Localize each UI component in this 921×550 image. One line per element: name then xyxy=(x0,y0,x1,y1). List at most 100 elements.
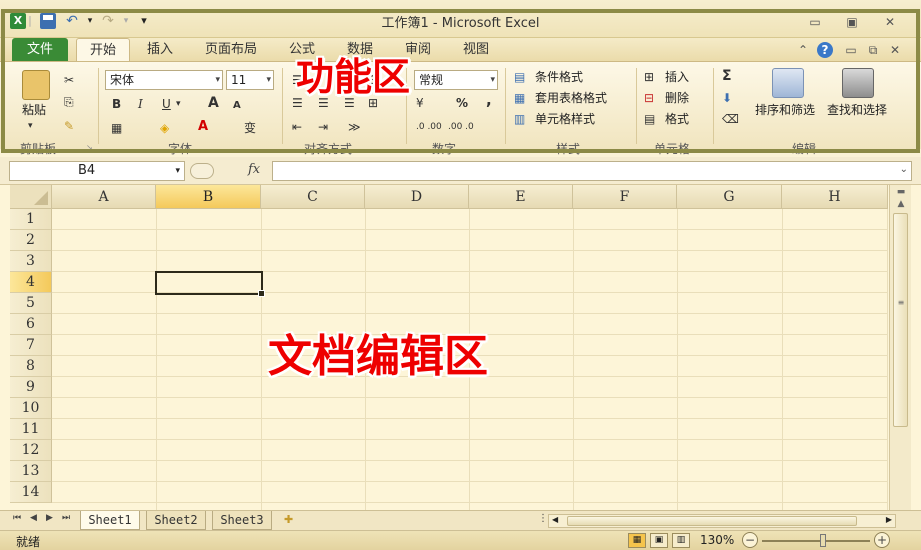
row-header-3[interactable]: 3 xyxy=(10,251,52,272)
column-header-f[interactable]: F xyxy=(573,185,677,209)
split-box-icon[interactable]: ▬ xyxy=(890,187,912,197)
column-header-e[interactable]: E xyxy=(469,185,573,209)
select-all-button[interactable] xyxy=(10,185,52,209)
minimize-icon[interactable]: ▭ xyxy=(806,14,824,30)
bold-button[interactable]: B xyxy=(112,96,121,112)
orientation-icon[interactable]: ≫ xyxy=(348,119,361,135)
grow-font-button[interactable]: A xyxy=(208,95,219,111)
doc-close-icon[interactable]: ✕ xyxy=(888,42,902,58)
scroll-right-icon[interactable]: ▶ xyxy=(886,515,892,524)
page-layout-view-icon[interactable]: ▣ xyxy=(650,533,668,548)
insert-function-button[interactable]: fx xyxy=(248,162,260,177)
tab-page-layout[interactable]: 页面布局 xyxy=(198,38,264,62)
row-header-2[interactable]: 2 xyxy=(10,230,52,251)
currency-icon[interactable]: ¥ xyxy=(416,95,424,111)
active-cell-b4[interactable] xyxy=(155,271,265,297)
insert-sheet-icon[interactable]: ✚ xyxy=(284,513,293,526)
tab-file[interactable]: 文件 xyxy=(12,38,68,62)
phonetic-button[interactable]: 变 xyxy=(244,120,256,136)
maximize-icon[interactable]: ▣ xyxy=(843,14,861,30)
formula-input[interactable]: ⌄ xyxy=(272,161,912,181)
sheet-tab-2[interactable]: Sheet2 xyxy=(146,511,206,530)
fill-color-icon[interactable]: ◈ xyxy=(160,120,169,136)
insert-cells-button[interactable]: 插入 xyxy=(665,69,689,85)
name-box[interactable]: B4 ▾ xyxy=(9,161,185,181)
decrease-indent-icon[interactable]: ⇤ xyxy=(292,119,302,135)
row-header-11[interactable]: 11 xyxy=(10,419,52,440)
sort-filter-button[interactable]: 排序和筛选 xyxy=(755,102,815,118)
row-header-14[interactable]: 14 xyxy=(10,482,52,503)
scroll-left-icon[interactable]: ◀ xyxy=(552,515,558,524)
clipboard-launcher-icon[interactable]: ↘ xyxy=(86,140,93,156)
table-format-button[interactable]: 套用表格格式 xyxy=(535,90,607,106)
find-select-button[interactable]: 查找和选择 xyxy=(827,102,887,118)
zoom-in-button[interactable]: + xyxy=(874,532,890,548)
format-cells-button[interactable]: 格式 xyxy=(665,111,689,127)
paste-icon[interactable] xyxy=(22,70,50,100)
next-sheet-icon[interactable]: ▶ xyxy=(46,513,53,523)
scroll-up-icon[interactable]: ▲ xyxy=(890,199,912,209)
prev-sheet-icon[interactable]: ◀ xyxy=(30,513,37,523)
zoom-slider-thumb[interactable] xyxy=(820,534,826,547)
conditional-format-button[interactable]: 条件格式 xyxy=(535,69,583,85)
underline-dropdown-icon[interactable]: ▾ xyxy=(176,96,181,112)
decrease-decimal-button[interactable]: .00 .0 xyxy=(448,119,474,135)
percent-button[interactable]: % xyxy=(456,95,468,111)
row-header-12[interactable]: 12 xyxy=(10,440,52,461)
tab-split-handle-icon[interactable]: ⋮ xyxy=(538,513,548,524)
row-header-9[interactable]: 9 xyxy=(10,377,52,398)
close-icon[interactable]: ✕ xyxy=(881,14,899,30)
cut-icon[interactable]: ✂ xyxy=(64,72,74,88)
comma-button[interactable]: , xyxy=(486,92,492,108)
tab-home[interactable]: 开始 xyxy=(76,38,130,62)
doc-restore-icon[interactable]: ⧉ xyxy=(866,42,880,58)
doc-minimize-icon[interactable]: ▭ xyxy=(844,42,858,58)
sort-filter-icon[interactable] xyxy=(772,68,804,98)
column-header-a[interactable]: A xyxy=(52,185,156,209)
tab-insert[interactable]: 插入 xyxy=(140,38,180,62)
increase-decimal-button[interactable]: .0 .00 xyxy=(416,119,442,135)
vertical-scrollbar[interactable]: ▬ ▲ ≡ xyxy=(889,185,911,510)
shrink-font-button[interactable]: A xyxy=(233,98,241,114)
column-header-h[interactable]: H xyxy=(782,185,888,209)
row-header-7[interactable]: 7 xyxy=(10,335,52,356)
font-size-select[interactable]: 11 ▾ xyxy=(226,70,274,90)
sheet-tab-3[interactable]: Sheet3 xyxy=(212,511,272,530)
first-sheet-icon[interactable]: ⏮ xyxy=(13,513,21,523)
zoom-slider-track[interactable] xyxy=(762,540,870,542)
column-header-g[interactable]: G xyxy=(677,185,782,209)
increase-indent-icon[interactable]: ⇥ xyxy=(318,119,328,135)
tab-view[interactable]: 视图 xyxy=(456,38,496,62)
cell-style-button[interactable]: 单元格样式 xyxy=(535,111,595,127)
row-header-6[interactable]: 6 xyxy=(10,314,52,335)
find-select-icon[interactable] xyxy=(842,68,874,98)
row-header-8[interactable]: 8 xyxy=(10,356,52,377)
font-name-select[interactable]: 宋体 ▾ xyxy=(105,70,223,90)
underline-button[interactable]: U xyxy=(162,96,171,112)
row-header-4[interactable]: 4 xyxy=(10,272,52,293)
border-icon[interactable]: ▦ xyxy=(111,120,122,136)
expand-formula-bar-icon[interactable]: ⌄ xyxy=(900,164,908,175)
zoom-out-button[interactable]: − xyxy=(742,532,758,548)
delete-cells-button[interactable]: 删除 xyxy=(665,90,689,106)
last-sheet-icon[interactable]: ⏭ xyxy=(62,513,70,523)
sheet-tab-1[interactable]: Sheet1 xyxy=(80,511,140,530)
normal-view-icon[interactable]: ▦ xyxy=(628,533,646,548)
fill-icon[interactable]: ⬇ xyxy=(722,90,732,106)
page-break-view-icon[interactable]: ▥ xyxy=(672,533,690,548)
zoom-level[interactable]: 130% xyxy=(700,533,734,547)
row-header-5[interactable]: 5 xyxy=(10,293,52,314)
column-header-c[interactable]: C xyxy=(261,185,365,209)
paste-dropdown-icon[interactable]: ▾ xyxy=(28,118,33,134)
row-header-13[interactable]: 13 xyxy=(10,461,52,482)
autosum-button[interactable]: Σ xyxy=(722,68,732,84)
help-icon[interactable]: ? xyxy=(817,42,833,58)
clear-icon[interactable]: ⌫ xyxy=(722,111,739,127)
number-format-select[interactable]: 常规 ▾ xyxy=(414,70,498,90)
format-painter-icon[interactable]: ✎ xyxy=(64,118,74,134)
column-header-b[interactable]: B xyxy=(156,185,261,209)
formula-bar-resize-handle[interactable] xyxy=(190,163,214,179)
paste-button[interactable]: 粘贴 xyxy=(22,102,46,118)
vertical-scroll-thumb[interactable] xyxy=(893,213,908,427)
collapse-ribbon-icon[interactable]: ⌃ xyxy=(796,42,810,58)
